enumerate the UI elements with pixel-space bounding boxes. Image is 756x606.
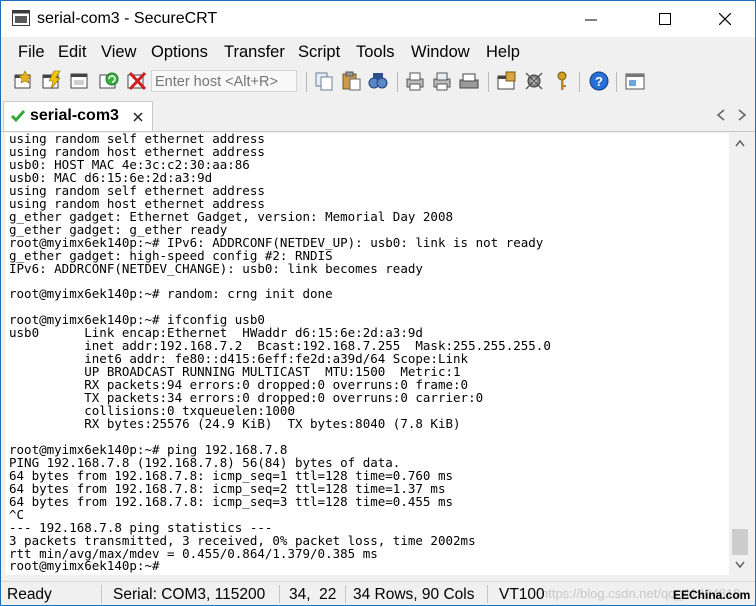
- scrollbar-thumb[interactable]: [732, 529, 748, 555]
- svg-text:?: ?: [595, 74, 603, 89]
- find-icon[interactable]: [367, 70, 389, 92]
- print-selection-icon[interactable]: [431, 70, 453, 92]
- eechina-logo: EEChina.com: [673, 588, 751, 602]
- screenshot-icon[interactable]: [624, 70, 646, 92]
- tab-serial-com3[interactable]: serial-com3: [3, 101, 153, 131]
- toolbar-separator: [488, 72, 489, 92]
- menu-window[interactable]: Window: [411, 43, 470, 62]
- app-icon: [12, 10, 30, 26]
- terminal-line: root@myimx6ek140p:~#: [9, 558, 160, 574]
- minimize-icon: [585, 19, 597, 21]
- status-emulation: VT100: [499, 586, 545, 603]
- session-options-icon[interactable]: [495, 70, 517, 92]
- printer-icon[interactable]: [458, 70, 480, 92]
- tab-scroll-left-icon[interactable]: [716, 109, 726, 121]
- toolbar-separator: [397, 72, 398, 92]
- key-icon[interactable]: [551, 70, 573, 92]
- close-button[interactable]: [702, 1, 748, 37]
- terminal-view[interactable]: using random self ethernet address using …: [5, 133, 729, 575]
- status-cursor-position: 34, 22: [289, 586, 337, 603]
- menu-bar: File Edit View Options Transfer Script T…: [1, 39, 755, 67]
- menu-transfer[interactable]: Transfer: [224, 43, 285, 62]
- paste-icon[interactable]: [340, 70, 362, 92]
- toolbar-separator: [579, 72, 580, 92]
- tab-close-icon[interactable]: [132, 111, 144, 123]
- toolbar: ?: [1, 67, 755, 99]
- terminal-line: root@myimx6ek140p:~# random: crng init d…: [9, 286, 333, 302]
- status-serial: Serial: COM3, 115200: [113, 586, 266, 603]
- menu-script[interactable]: Script: [298, 43, 340, 62]
- vertical-scrollbar[interactable]: [730, 133, 750, 575]
- close-icon: [719, 13, 731, 25]
- scroll-up-icon[interactable]: [735, 139, 745, 147]
- copy-icon[interactable]: [313, 70, 335, 92]
- tab-scroll-right-icon[interactable]: [737, 109, 747, 121]
- global-options-icon[interactable]: [523, 70, 545, 92]
- title-bar: serial-com3 - SecureCRT: [1, 1, 755, 37]
- help-icon[interactable]: ?: [588, 70, 610, 92]
- reconnect-icon[interactable]: [98, 70, 120, 92]
- disconnect-icon[interactable]: [126, 70, 148, 92]
- maximize-icon: [659, 13, 671, 25]
- menu-view[interactable]: View: [101, 43, 136, 62]
- quick-connect-icon[interactable]: [41, 70, 63, 92]
- terminal-line: RX bytes:25576 (24.9 KiB) TX bytes:8040 …: [9, 415, 461, 431]
- connect-in-tab-icon[interactable]: [68, 70, 90, 92]
- maximize-button[interactable]: [642, 1, 688, 37]
- tab-label: serial-com3: [30, 107, 119, 124]
- status-ready: Ready: [7, 586, 52, 603]
- toolbar-separator: [616, 72, 617, 92]
- window-title: serial-com3 - SecureCRT: [37, 10, 218, 27]
- menu-edit[interactable]: Edit: [58, 43, 86, 62]
- menu-help[interactable]: Help: [486, 43, 520, 62]
- status-separator: [101, 585, 102, 603]
- toolbar-separator: [306, 72, 307, 92]
- host-input[interactable]: [151, 70, 297, 92]
- scroll-down-icon[interactable]: [735, 561, 745, 569]
- terminal-output: using random self ethernet address using …: [5, 133, 729, 573]
- tab-strip: serial-com3: [1, 99, 755, 132]
- status-separator: [279, 585, 280, 603]
- connected-check-icon: [10, 110, 26, 123]
- terminal-line: IPv6: ADDRCONF(NETDEV_CHANGE): usb0: lin…: [9, 260, 423, 276]
- status-separator: [487, 585, 488, 603]
- minimize-button[interactable]: [568, 1, 614, 37]
- connect-icon[interactable]: [13, 70, 35, 92]
- menu-file[interactable]: File: [18, 43, 45, 62]
- status-separator: [345, 585, 346, 603]
- menu-tools[interactable]: Tools: [356, 43, 395, 62]
- menu-options[interactable]: Options: [151, 43, 208, 62]
- terminal-line: 64 bytes from 192.168.7.8: icmp_seq=3 tt…: [9, 493, 454, 509]
- securecrt-window: serial-com3 - SecureCRT File Edit View O…: [0, 0, 756, 606]
- status-bar: Ready Serial: COM3, 115200 34, 22 34 Row…: [1, 581, 755, 605]
- status-rows-cols: 34 Rows, 90 Cols: [353, 586, 475, 603]
- print-icon[interactable]: [404, 70, 426, 92]
